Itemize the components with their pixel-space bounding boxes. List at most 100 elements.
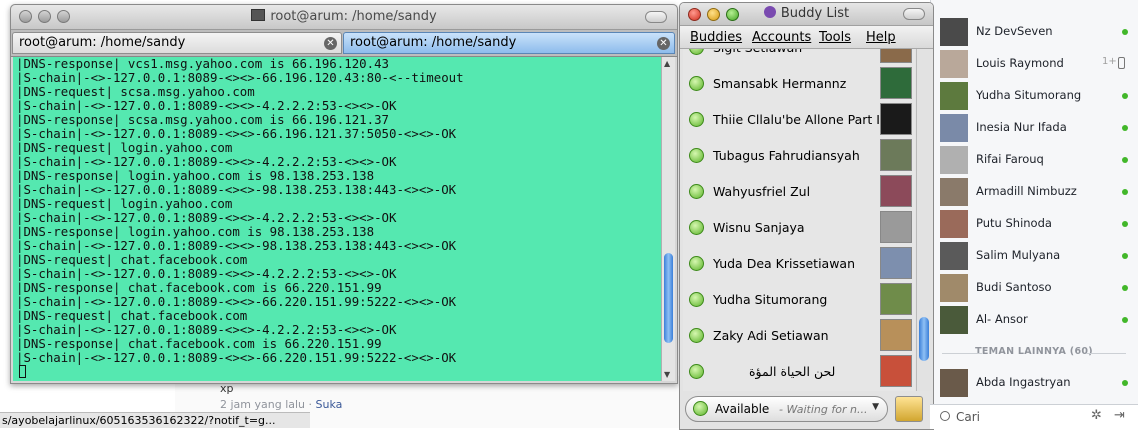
fb-contact-row[interactable]: Putu Shinoda — [930, 208, 1138, 240]
close-tab-icon[interactable]: ✕ — [324, 37, 337, 50]
terminal-line: |S-chain|-<>-127.0.0.1:8089-<><>-4.2.2.2… — [16, 98, 397, 113]
contact-name: Nz DevSeven — [976, 24, 1053, 38]
fb-contact-row[interactable]: Nz DevSeven — [930, 16, 1138, 48]
buddy-name: Thiie Cllalu'be Allone Part II — [713, 112, 884, 127]
fb-chat-search[interactable]: Cari ✲ ⇥ — [930, 404, 1138, 429]
buddy-avatar — [880, 67, 912, 99]
status-message: - Waiting for n... — [779, 403, 868, 416]
fb-contact-row[interactable]: Salim Mulyana — [930, 240, 1138, 272]
menu-help[interactable]: Help — [866, 30, 896, 45]
buddy-row[interactable]: Wisnu Sanjaya — [683, 209, 915, 245]
avatar — [940, 146, 968, 174]
contact-name: Salim Mulyana — [976, 248, 1061, 262]
buddy-row[interactable]: Thiie Cllalu'be Allone Part II — [683, 101, 915, 137]
online-dot-icon — [1122, 285, 1128, 291]
search-input[interactable]: Cari — [956, 410, 980, 424]
buddy-title-text: Buddy List — [780, 6, 850, 21]
online-status-icon — [689, 112, 704, 127]
buddy-row[interactable]: Yuda Dea Krissetiawan — [683, 245, 915, 281]
fb-contact-row[interactable]: Inesia Nur Ifada — [930, 112, 1138, 144]
terminal-line: |S-chain|-<>-127.0.0.1:8089-<><>-4.2.2.2… — [16, 322, 397, 337]
online-dot-icon — [1122, 221, 1128, 227]
terminal-line: |S-chain|-<>-127.0.0.1:8089-<><>-4.2.2.2… — [16, 266, 397, 281]
toolbar-toggle-button[interactable] — [645, 11, 667, 23]
buddy-row[interactable]: Tubagus Fahrudiansyah — [683, 137, 915, 173]
scrollbar-thumb[interactable] — [664, 253, 673, 343]
online-status-icon — [689, 49, 704, 55]
buddy-row[interactable]: Wahyusfriel Zul — [683, 173, 915, 209]
buddy-icon-button[interactable] — [895, 396, 923, 422]
avatar — [940, 178, 968, 206]
online-status-icon — [689, 148, 704, 163]
terminal-line: |S-chain|-<>-127.0.0.1:8089-<><>-66.196.… — [16, 126, 457, 141]
terminal-prompt-line[interactable] — [13, 365, 661, 379]
terminal-line: |S-chain|-<>-127.0.0.1:8089-<><>-4.2.2.2… — [16, 210, 397, 225]
fb-contact-row[interactable]: Louis Raymond 1+ — [930, 48, 1138, 80]
buddy-name: Smansabk Hermannz — [713, 76, 847, 91]
terminal-line: |DNS-response| chat.facebook.com is 66.2… — [16, 280, 382, 295]
buddy-scrollbar[interactable] — [916, 49, 931, 391]
contact-name: Yudha Situmorang — [976, 88, 1082, 102]
buddy-row[interactable]: Sigit Setiawan — [683, 49, 915, 65]
gear-icon[interactable]: ✲ — [1091, 408, 1102, 423]
menu-accounts[interactable]: Accounts — [752, 30, 811, 45]
close-tab-icon[interactable]: ✕ — [657, 37, 670, 50]
terminal-scrollbar[interactable]: ▲ ▼ — [661, 57, 675, 381]
fb-contact-row[interactable]: Budi Santoso — [930, 272, 1138, 304]
contact-name: Louis Raymond — [976, 56, 1064, 70]
chevron-down-icon: ▼ — [872, 402, 879, 412]
terminal-line: |DNS-request| scsa.msg.yahoo.com — [16, 84, 255, 99]
buddy-avatar — [880, 211, 912, 243]
status-selector[interactable]: Available - Waiting for n... ▼ — [685, 396, 888, 422]
toolbar-toggle-button[interactable] — [903, 8, 925, 20]
terminal-line: |S-chain|-<>-127.0.0.1:8089-<><>-98.138.… — [16, 182, 457, 197]
buddy-row[interactable]: Zaky Adi Setiawan — [683, 317, 915, 353]
online-status-icon — [689, 76, 704, 91]
fb-contact-row[interactable]: Al- Ansor — [930, 304, 1138, 336]
popout-icon[interactable]: ⇥ — [1114, 408, 1125, 423]
avatar — [940, 274, 968, 302]
buddy-row[interactable]: Smansabk Hermannz — [683, 65, 915, 101]
menu-buddies[interactable]: Buddies — [690, 30, 742, 45]
scroll-down-icon[interactable]: ▼ — [664, 370, 670, 379]
contact-name: Armadill Nimbuzz — [976, 184, 1077, 198]
fb-contact-row[interactable]: Rifai Farouq — [930, 144, 1138, 176]
buddy-row[interactable]: Yudha Situmorang — [683, 281, 915, 317]
terminal-line: |S-chain|-<>-127.0.0.1:8089-<><>-66.220.… — [16, 294, 457, 309]
buddy-avatar — [880, 283, 912, 315]
terminal-titlebar[interactable]: root@arum: /home/sandy — [11, 5, 677, 30]
terminal-output[interactable]: |DNS-response| vcs1.msg.yahoo.com is 66.… — [13, 57, 661, 381]
fb-contact-row[interactable]: Abda Ingastryan — [930, 367, 1138, 399]
post-meta-separator: · — [305, 398, 316, 411]
post-like-link[interactable]: Suka — [316, 398, 343, 411]
avatar — [940, 369, 968, 397]
online-status-icon — [689, 256, 704, 271]
terminal-line: |DNS-response| scsa.msg.yahoo.com is 66.… — [16, 112, 389, 127]
terminal-line: |DNS-request| login.yahoo.com — [16, 196, 233, 211]
online-status-icon — [689, 364, 704, 379]
fb-contact-row[interactable]: Armadill Nimbuzz — [930, 176, 1138, 208]
terminal-tab-2[interactable]: root@arum: /home/sandy ✕ — [343, 32, 675, 54]
buddy-avatar — [880, 49, 912, 63]
scroll-up-icon[interactable]: ▲ — [664, 59, 670, 68]
buddy-row[interactable]: لحن الحياة المؤة — [683, 353, 915, 389]
buddy-avatar — [880, 175, 912, 207]
buddy-titlebar[interactable]: Buddy List — [680, 3, 933, 26]
pidgin-icon — [763, 6, 776, 18]
avatar — [940, 18, 968, 46]
terminal-line: |DNS-request| login.yahoo.com — [16, 140, 233, 155]
buddy-list-window: Buddy List Buddies Accounts Tools Help S… — [679, 2, 934, 430]
online-dot-icon — [1122, 93, 1128, 99]
available-status-icon — [693, 401, 708, 416]
tab-label: root@arum: /home/sandy — [350, 35, 517, 50]
online-dot-icon — [1122, 157, 1128, 163]
buddy-avatar — [880, 247, 912, 279]
buddy-avatar — [880, 103, 912, 135]
menu-tools[interactable]: Tools — [819, 30, 851, 45]
search-icon — [940, 411, 950, 421]
terminal-tab-1[interactable]: root@arum: /home/sandy ✕ — [12, 32, 342, 54]
scrollbar-thumb[interactable] — [919, 317, 929, 361]
fb-contact-row[interactable]: Yudha Situmorang — [930, 80, 1138, 112]
online-status-icon — [689, 220, 704, 235]
terminal-title-text: root@arum: /home/sandy — [270, 9, 437, 24]
